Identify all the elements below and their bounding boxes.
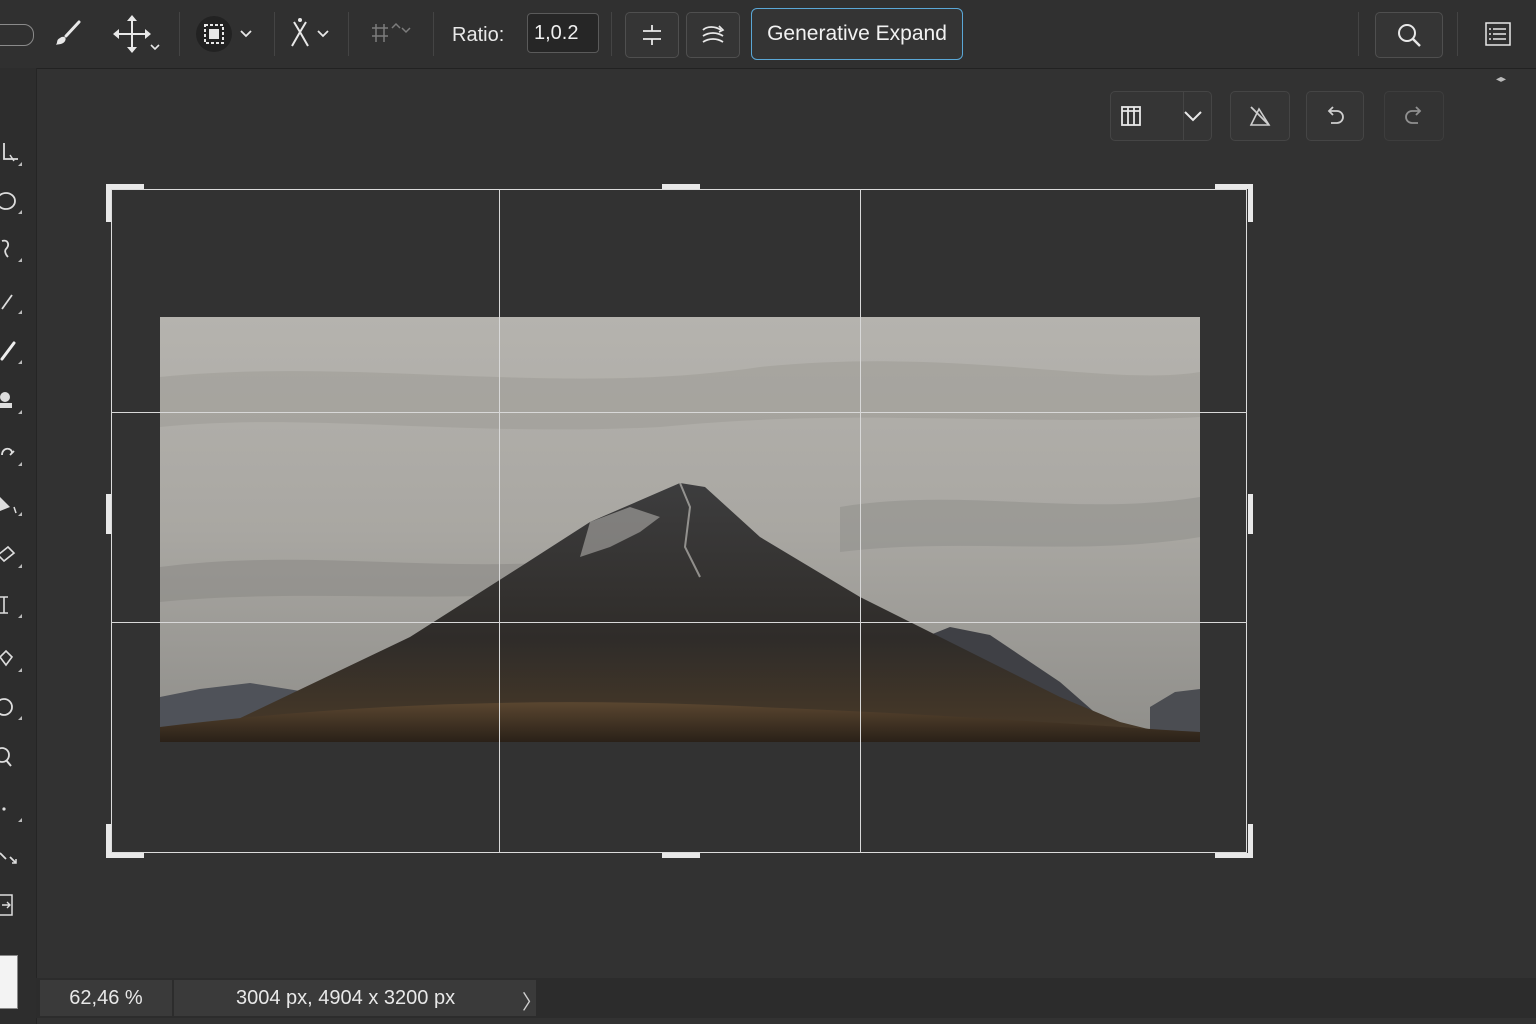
crop-grid-line-v2 (860, 189, 861, 853)
overlay-options-group[interactable] (1110, 91, 1212, 141)
document-info[interactable]: 3004 px, 4904 x 3200 px (174, 980, 536, 1016)
object-select-button[interactable] (194, 10, 258, 58)
crop-grid-line-v1 (499, 189, 500, 853)
grid-tool-button[interactable] (364, 10, 416, 58)
history-brush-icon (1, 447, 15, 456)
crop-handle-bottom-right-v[interactable] (1248, 824, 1253, 858)
crop-grid-line-h1 (111, 412, 1247, 413)
tool-lasso[interactable] (0, 234, 24, 264)
stamp-icon (0, 392, 12, 408)
redo-button[interactable] (1384, 91, 1444, 141)
tool-crop[interactable] (0, 138, 24, 168)
path-select-icon (0, 649, 14, 667)
brush-tool-button[interactable] (48, 10, 88, 58)
foreground-color-swatch[interactable] (0, 955, 18, 1009)
ellipse-shape-icon (0, 698, 13, 716)
crop-handle-top-left[interactable] (106, 184, 144, 189)
collapse-panels-icon[interactable]: ◂▸ (1496, 74, 1506, 85)
object-select-icon (196, 16, 252, 52)
crop-handle-top-right-v[interactable] (1248, 184, 1253, 222)
overlay-grid-icon (1121, 106, 1141, 126)
zoom-level[interactable]: 62,46 % (40, 980, 172, 1016)
tool-swap-colors[interactable] (0, 842, 24, 872)
crop-tool-icon (3, 143, 18, 162)
tool-stamp[interactable] (0, 386, 24, 416)
tool-eraser[interactable] (0, 540, 24, 570)
puppet-tool-button[interactable] (288, 10, 334, 58)
crop-handle-top-mid[interactable] (662, 184, 700, 189)
crop-handle-bottom-left[interactable] (106, 853, 144, 858)
tool-shape[interactable] (0, 692, 24, 722)
tool-preset-pill[interactable] (0, 24, 34, 46)
tool-more[interactable] (0, 794, 24, 824)
swap-colors-icon (0, 852, 17, 864)
straighten-button[interactable] (625, 12, 679, 58)
crop-handle-top-left-v[interactable] (106, 184, 111, 222)
move-tool-button[interactable] (110, 10, 164, 58)
crop-handle-right-mid[interactable] (1248, 494, 1253, 534)
tools-panel (0, 68, 37, 1024)
crop-handle-bottom-mid[interactable] (662, 853, 700, 858)
quick-mask-icon (0, 894, 13, 916)
doc-info-arrow-icon[interactable]: 〉 (522, 986, 542, 1015)
ratio-label: Ratio: (452, 24, 505, 46)
brush-icon (56, 20, 81, 45)
lasso-icon (1, 239, 9, 258)
ratio-input[interactable] (527, 13, 599, 53)
move-icon (113, 15, 160, 53)
crop-frame[interactable] (111, 189, 1247, 853)
redo-icon (1405, 106, 1422, 124)
brush-tool-icon (0, 341, 16, 361)
panels-menu-icon (1485, 22, 1511, 46)
tool-quick-mask[interactable] (0, 890, 24, 920)
fill-icon (0, 497, 17, 514)
zoom-icon (0, 747, 12, 767)
tool-fill[interactable] (0, 488, 24, 518)
eraser-icon (0, 545, 16, 563)
search-icon (1398, 24, 1421, 47)
tool-type[interactable] (0, 590, 24, 620)
type-icon (0, 596, 8, 614)
content-aware-icon (702, 25, 725, 43)
tool-history-brush[interactable] (0, 438, 24, 468)
generative-expand-button[interactable]: Generative Expand (751, 8, 963, 60)
straighten-icon (643, 25, 661, 45)
options-bar: Ratio: Generative Expand (0, 0, 1536, 69)
content-aware-button[interactable] (686, 12, 740, 58)
panels-menu-button[interactable] (1478, 16, 1518, 52)
puppet-icon (291, 18, 329, 47)
crop-handle-bottom-left-v[interactable] (106, 824, 111, 858)
search-button[interactable] (1375, 12, 1443, 58)
more-tools-icon (2, 807, 6, 811)
undo-icon (1327, 106, 1344, 124)
crop-grid-line-h2 (111, 622, 1247, 623)
undo-button[interactable] (1306, 91, 1364, 141)
clear-crop-icon (1249, 106, 1271, 126)
tool-zoom[interactable] (0, 742, 24, 772)
tool-brush[interactable] (0, 336, 24, 366)
tool-pen[interactable] (0, 286, 24, 316)
pen-icon (1, 294, 13, 310)
crop-handle-left-mid[interactable] (106, 494, 111, 534)
tool-ellipse-select[interactable] (0, 186, 24, 216)
ellipse-select-icon (0, 192, 16, 210)
chevron-down-icon[interactable] (1183, 110, 1203, 122)
grid-tool-icon (372, 22, 411, 42)
tool-path-select[interactable] (0, 644, 24, 674)
clear-crop-button[interactable] (1230, 91, 1290, 141)
